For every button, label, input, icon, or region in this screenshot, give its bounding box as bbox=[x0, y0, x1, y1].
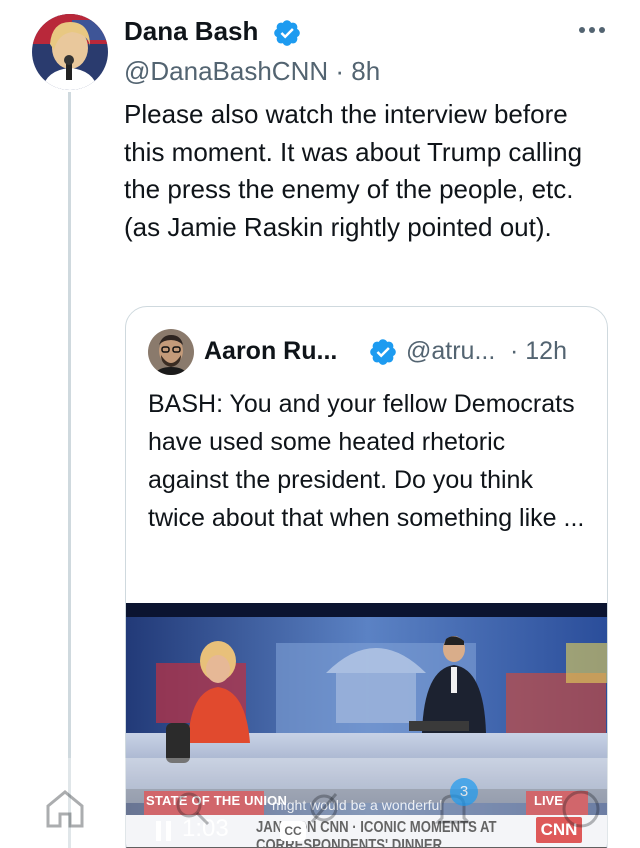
quoted-author-handle: @atru... bbox=[406, 337, 496, 365]
author-handle-line: @DanaBashCNN · 8h bbox=[124, 56, 380, 87]
more-options-icon[interactable] bbox=[576, 20, 608, 40]
author-handle[interactable]: @DanaBashCNN bbox=[124, 56, 328, 86]
verified-badge-icon bbox=[274, 20, 300, 46]
quoted-author-avatar bbox=[148, 329, 194, 375]
tweet-time[interactable]: 8h bbox=[351, 56, 380, 86]
thread-connector-line bbox=[68, 92, 71, 848]
quoted-separator-dot: · bbox=[510, 337, 519, 365]
author-name[interactable]: Dana Bash bbox=[124, 16, 258, 47]
grok-icon[interactable] bbox=[304, 788, 344, 828]
search-icon[interactable] bbox=[172, 788, 212, 828]
quoted-tweet-time: · 12h bbox=[510, 337, 567, 366]
quoted-time-value: 12h bbox=[525, 337, 567, 365]
quoted-tweet-text: BASH: You and your fellow Democrats have… bbox=[148, 390, 585, 532]
tweet-text: Please also watch the interview before t… bbox=[124, 99, 583, 242]
notifications-badge: 3 bbox=[450, 778, 478, 806]
separator-dot: · bbox=[335, 56, 345, 86]
author-avatar[interactable] bbox=[32, 14, 108, 90]
quoted-author-name: Aaron Ru... bbox=[204, 337, 338, 365]
messages-icon[interactable] bbox=[560, 788, 602, 830]
quoted-verified-badge-icon bbox=[370, 339, 396, 365]
home-icon[interactable] bbox=[44, 788, 86, 830]
bottom-tab-bar: 3 bbox=[0, 758, 640, 848]
